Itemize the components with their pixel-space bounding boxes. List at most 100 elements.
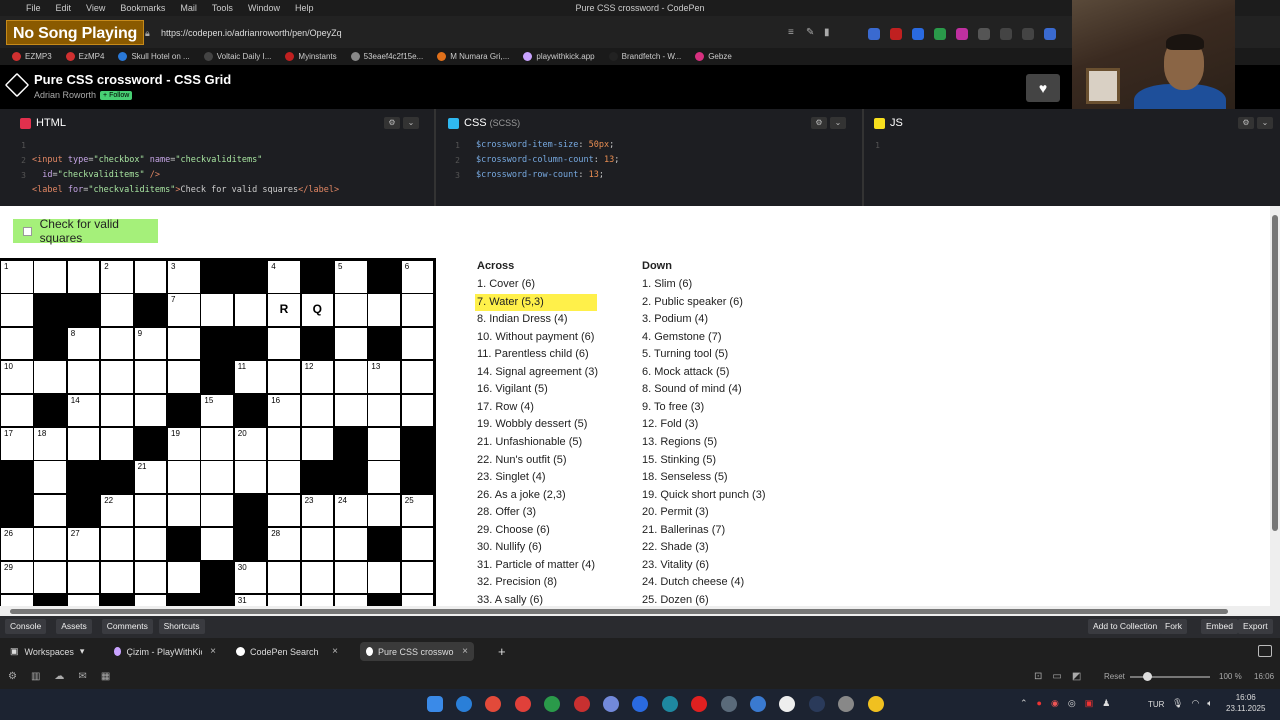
crossword-cell[interactable]	[0, 393, 34, 428]
crossword-cell[interactable]	[267, 460, 301, 494]
crossword-cell[interactable]	[66, 260, 101, 294]
crossword-cell[interactable]: R	[267, 293, 301, 327]
crossword-cell[interactable]	[400, 293, 434, 327]
clue-item[interactable]: 8. Indian Dress (4)	[475, 311, 567, 328]
taskbar-app-icon[interactable]	[573, 696, 590, 712]
translate-icon[interactable]: ✎	[806, 27, 814, 38]
crossword-cell[interactable]	[133, 560, 168, 595]
crossword-cell[interactable]	[167, 560, 201, 595]
taskbar-app-icon[interactable]	[603, 696, 619, 712]
clue-item[interactable]: 32. Precision (8)	[475, 574, 557, 591]
settings-icon[interactable]: ⚙	[1238, 117, 1254, 129]
crossword-cell[interactable]	[167, 360, 201, 394]
crossword-cell[interactable]: 1	[0, 260, 34, 294]
bookmark-item[interactable]: EzMP4	[65, 52, 104, 61]
footer-fork-button[interactable]: Fork	[1160, 619, 1187, 634]
crossword-cell[interactable]	[200, 293, 234, 327]
css-code[interactable]: $crossword-item-size: 50px; $crossword-c…	[476, 138, 619, 183]
extension-icon[interactable]	[868, 28, 880, 40]
crossword-cell[interactable]: 30	[233, 560, 268, 595]
menu-item-file[interactable]: File	[26, 3, 41, 13]
clue-item[interactable]: 22. Shade (3)	[640, 539, 709, 556]
menu-item-mail[interactable]: Mail	[180, 3, 197, 13]
crossword-cell[interactable]	[200, 493, 234, 528]
crossword-cell[interactable]	[33, 493, 67, 528]
valid-squares-toggle[interactable]: Check for valid squares	[13, 217, 158, 245]
wifi-icon[interactable]: ◠	[1191, 698, 1199, 709]
js-editor-header[interactable]: JS	[874, 114, 903, 132]
clue-item[interactable]: 19. Wobbly dessert (5)	[475, 416, 587, 433]
clue-item[interactable]: 22. Nun's outfit (5)	[475, 452, 567, 469]
crossword-cell[interactable]	[167, 326, 201, 361]
crossword-cell[interactable]: 20	[233, 427, 268, 461]
volume-icon[interactable]: 🔈︎	[1207, 698, 1212, 709]
crossword-cell[interactable]	[200, 527, 234, 561]
crossword-cell[interactable]	[100, 527, 134, 561]
bookmark-item[interactable]: 53eaef4c2f15e...	[350, 52, 423, 61]
crossword-cell[interactable]: 28	[267, 527, 301, 561]
crossword-cell[interactable]	[100, 326, 134, 361]
crossword-cell[interactable]	[334, 393, 368, 428]
tile-icon[interactable]: ▭	[1052, 671, 1061, 682]
panel-icon[interactable]: ▥	[31, 671, 40, 682]
crossword-cell[interactable]	[33, 360, 67, 394]
crossword-cell[interactable]	[367, 493, 401, 528]
crossword-cell[interactable]	[367, 427, 401, 461]
extension-icon[interactable]	[912, 28, 924, 40]
crossword-cell[interactable]	[100, 560, 134, 595]
clue-item[interactable]: 1. Slim (6)	[640, 276, 692, 293]
crossword-cell[interactable]	[133, 527, 168, 561]
crossword-cell[interactable]	[400, 360, 434, 394]
crossword-cell[interactable]: 16	[267, 393, 301, 428]
crossword-cell[interactable]: 6	[400, 260, 434, 294]
crossword-cell[interactable]: 12	[300, 360, 335, 394]
editor-divider[interactable]	[434, 109, 436, 206]
crossword-cell[interactable]	[233, 293, 268, 327]
crossword-cell[interactable]: 9	[133, 326, 168, 361]
taskbar-app-icon[interactable]	[514, 696, 531, 712]
footer-assets-button[interactable]: Assets	[56, 619, 92, 634]
crossword-cell[interactable]: 7	[167, 293, 201, 327]
bookmark-item[interactable]: Myinstants	[285, 52, 337, 61]
crossword-cell[interactable]	[300, 393, 335, 428]
clue-item[interactable]: 5. Turning tool (5)	[640, 346, 728, 363]
tray-icon[interactable]: ▣	[1085, 698, 1094, 709]
crossword-cell[interactable]	[267, 493, 301, 528]
crossword-cell[interactable]	[33, 260, 67, 294]
footer-add-to-collection-button[interactable]: Add to Collection	[1088, 619, 1163, 634]
crossword-cell[interactable]	[66, 427, 101, 461]
footer-comments-button[interactable]: Comments	[101, 619, 153, 634]
bookmark-item[interactable]: Voltaic Daily I...	[203, 52, 271, 61]
tab-overview-icon[interactable]	[1258, 645, 1272, 657]
crossword-cell[interactable]: 5	[334, 260, 368, 294]
crossword-cell[interactable]	[334, 293, 368, 327]
chevron-up-icon[interactable]: ⌃	[1020, 698, 1028, 709]
clue-item[interactable]: 13. Regions (5)	[640, 434, 717, 451]
taskbar-app-icon[interactable]	[750, 696, 766, 712]
crossword-cell[interactable]: 24	[334, 493, 368, 528]
crossword-cell[interactable]	[367, 560, 401, 595]
clue-item[interactable]: 24. Dutch cheese (4)	[640, 574, 744, 591]
calendar-icon[interactable]: ▦	[101, 671, 110, 682]
extension-icon[interactable]	[934, 28, 946, 40]
crossword-cell[interactable]: 2	[100, 260, 134, 294]
crossword-cell[interactable]: 15	[200, 393, 234, 428]
address-bar[interactable]: 🔒︎ https://codepen.io/adrianroworth/pen/…	[145, 24, 825, 42]
crossword-cell[interactable]	[267, 427, 301, 461]
crossword-cell[interactable]	[334, 560, 368, 595]
zoom-slider[interactable]	[1130, 676, 1210, 678]
clue-item[interactable]: 17. Row (4)	[475, 399, 534, 416]
clue-item[interactable]: 4. Gemstone (7)	[640, 329, 721, 346]
crossword-cell[interactable]	[66, 360, 101, 394]
clue-item[interactable]: 12. Fold (3)	[640, 416, 698, 433]
crossword-cell[interactable]	[400, 393, 434, 428]
clue-item[interactable]: 8. Sound of mind (4)	[640, 381, 742, 398]
crossword-cell[interactable]: 29	[0, 560, 34, 595]
crossword-cell[interactable]	[100, 427, 134, 461]
menu-item-tools[interactable]: Tools	[212, 3, 233, 13]
footer-embed-button[interactable]: Embed	[1201, 619, 1238, 634]
settings-icon[interactable]: ⚙	[8, 671, 17, 682]
crossword-cell[interactable]	[133, 260, 168, 294]
crossword-cell[interactable]	[334, 360, 368, 394]
new-tab-button[interactable]: +	[498, 644, 506, 659]
